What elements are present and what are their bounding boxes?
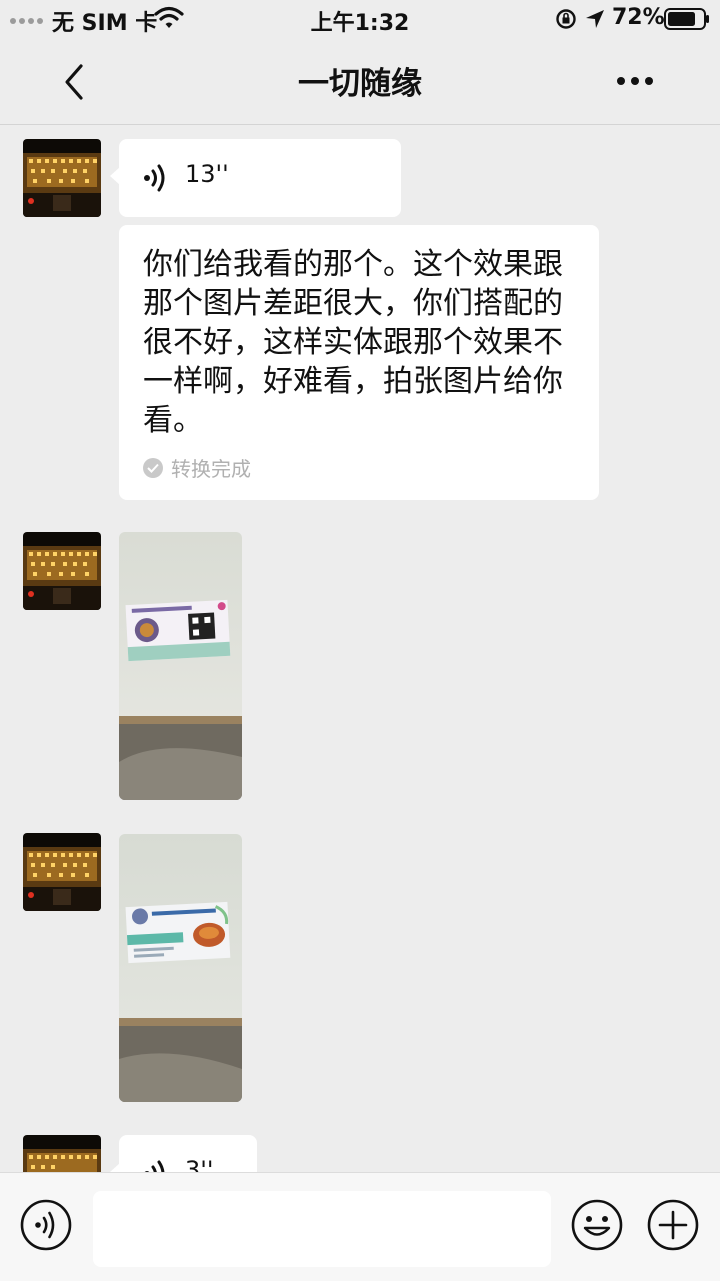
avatar[interactable] xyxy=(23,1135,101,1172)
nav-bar: 一切随缘 xyxy=(0,40,720,125)
emoji-icon[interactable] xyxy=(571,1199,623,1251)
transcript-text: 你们给我看的那个。这个效果跟那个图片差距很大，你们搭配的很不好，这样实体跟那个效… xyxy=(143,247,563,438)
rotation-lock-icon xyxy=(556,9,576,29)
avatar[interactable] xyxy=(23,532,101,610)
check-icon xyxy=(143,457,163,478)
input-bar xyxy=(0,1172,720,1281)
more-options-icon[interactable] xyxy=(612,66,662,96)
voice-message-bubble[interactable]: 13'' xyxy=(110,139,401,217)
conversion-status: 转换完成 xyxy=(143,453,251,482)
voice-duration: 3'' xyxy=(185,1156,214,1172)
conversion-status-label: 转换完成 xyxy=(171,457,251,481)
battery-icon xyxy=(664,8,709,30)
voice-wave-icon xyxy=(144,164,165,192)
avatar[interactable] xyxy=(23,833,101,911)
battery-percent: 72% xyxy=(612,5,665,30)
location-arrow-icon xyxy=(586,10,604,28)
bubble-tail xyxy=(110,1163,120,1172)
bubble-tail xyxy=(110,167,120,185)
voice-wave-icon xyxy=(144,1160,165,1172)
transcript-bubble[interactable]: 你们给我看的那个。这个效果跟那个图片差距很大，你们搭配的很不好，这样实体跟那个效… xyxy=(119,225,599,500)
message-input[interactable] xyxy=(93,1191,551,1267)
chat-area[interactable]: 13'' 你们给我看的那个。这个效果跟那个图片差距很大，你们搭配的很不好，这样实… xyxy=(0,125,720,1172)
add-more-icon[interactable] xyxy=(647,1199,699,1251)
voice-input-icon[interactable] xyxy=(20,1199,72,1251)
photo-message[interactable] xyxy=(119,532,242,800)
voice-message-bubble[interactable]: 3'' xyxy=(110,1135,257,1172)
avatar[interactable] xyxy=(23,139,101,217)
status-bar: 无 SIM 卡 上午1:32 72% xyxy=(0,0,720,40)
voice-duration: 13'' xyxy=(185,160,229,188)
photo-message[interactable] xyxy=(119,834,242,1102)
